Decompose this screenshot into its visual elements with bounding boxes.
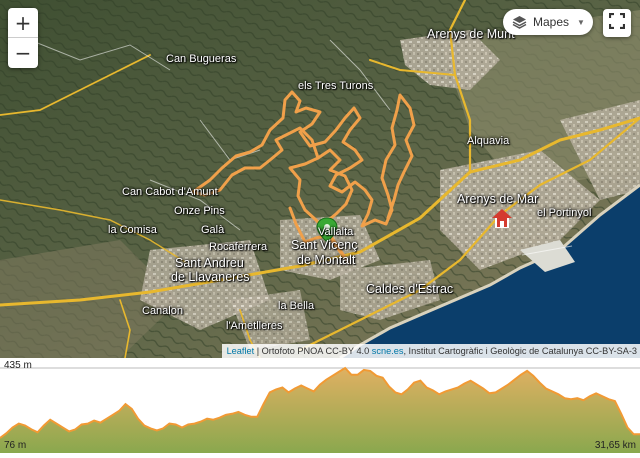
layers-button[interactable]: Mapes ▼	[503, 9, 593, 35]
map-attribution: Leaflet | Ortofoto PNOA CC-BY 4.0 scne.e…	[221, 344, 640, 358]
map-label: Can Cabot d'Amunt	[122, 186, 218, 198]
min-elevation-label: 76 m	[4, 440, 27, 451]
fullscreen-icon	[608, 12, 626, 34]
map-label: l'Ametlleres	[226, 320, 283, 332]
map-label: de Montalt	[297, 253, 356, 267]
map-label: el Portinyol	[537, 207, 592, 219]
map-label: Arenys de Munt	[427, 27, 515, 41]
map-label: la Comisa	[108, 224, 157, 236]
map-label: Rocaferrera	[209, 241, 268, 253]
chevron-down-icon: ▼	[577, 17, 585, 27]
zoom-in-button[interactable]: +	[8, 8, 38, 38]
fullscreen-button[interactable]	[603, 9, 631, 37]
elevation-chart	[0, 366, 640, 453]
elevation-area	[0, 368, 640, 453]
map-label: Onze Pins	[174, 205, 225, 217]
map-label: Canalon	[142, 305, 183, 317]
leaflet-link[interactable]: Leaflet	[227, 346, 255, 356]
map-label: Alquavia	[467, 135, 510, 147]
layers-icon	[512, 15, 527, 29]
map-label: la Bella	[278, 300, 315, 312]
map-label: Galà	[201, 224, 225, 236]
attribution-text: , Institut Cartogràfic i Geològic de Cat…	[403, 346, 637, 356]
elevation-profile[interactable]: 435 m 76 m 31,65 km	[0, 358, 640, 453]
distance-label: 31,65 km	[594, 440, 636, 451]
zoom-control: + −	[8, 8, 38, 68]
max-elevation-label: 435 m	[4, 360, 32, 371]
map-label: Vallalta	[318, 226, 354, 238]
map-label: Sant Andreu	[175, 256, 244, 270]
map-label: Can Bugueras	[166, 53, 237, 65]
map-view[interactable]: Arenys de Munt Can Bugueras els Tres Tur…	[0, 0, 640, 358]
satellite-base-layer	[0, 0, 640, 358]
map-label: els Tres Turons	[298, 80, 374, 92]
map-label: Arenys de Mar	[457, 192, 539, 206]
scne-link[interactable]: scne.es	[372, 346, 404, 356]
map-label: Sant Vicenç	[291, 238, 358, 252]
layers-button-label: Mapes	[533, 15, 570, 29]
zoom-out-button[interactable]: −	[8, 38, 38, 68]
map-label: de Llavaneres	[171, 270, 250, 284]
map-label: Caldes d'Estrac	[366, 282, 454, 296]
attribution-text: | Ortofoto PNOA CC-BY 4.0	[254, 346, 372, 356]
